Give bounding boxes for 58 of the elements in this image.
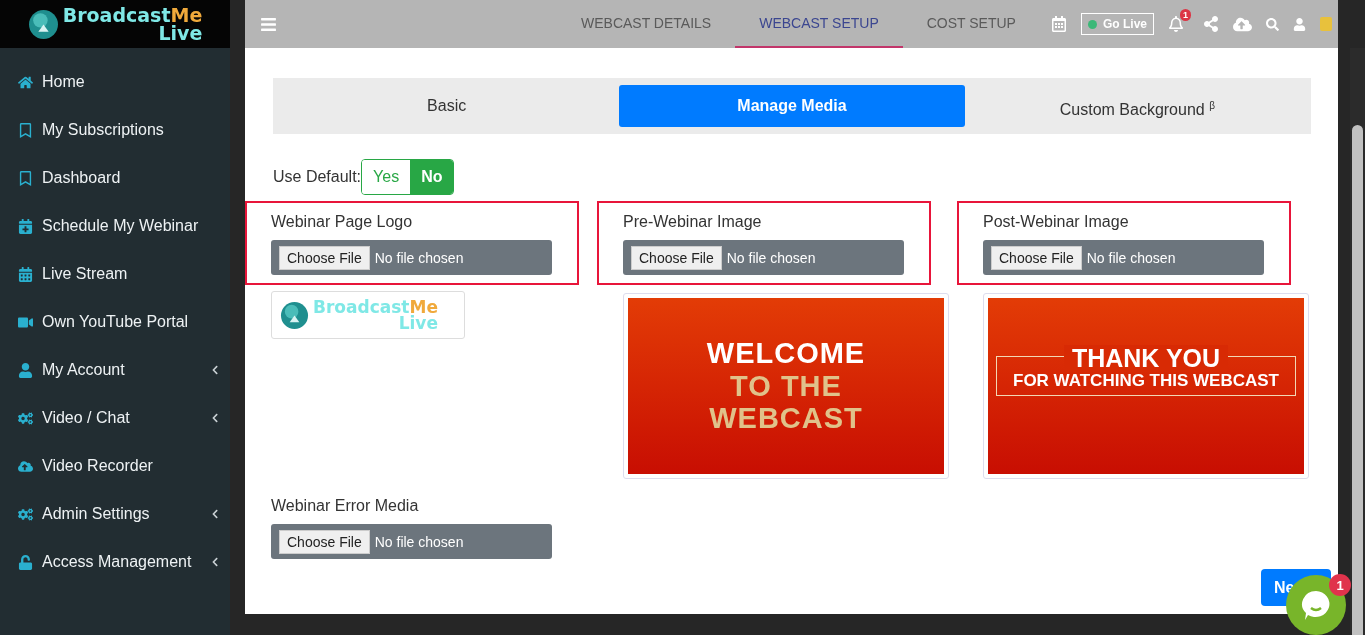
scrollbar[interactable] xyxy=(1350,48,1365,635)
file-status: No file chosen xyxy=(726,249,816,266)
bell-icon[interactable] xyxy=(1168,16,1184,32)
sidebar-item[interactable]: Home xyxy=(0,58,230,106)
globe-icon xyxy=(27,8,59,40)
home-icon xyxy=(18,74,34,90)
file-status: No file chosen xyxy=(374,533,464,550)
bookmark-icon xyxy=(18,170,34,186)
banner-text: WELCOME xyxy=(706,337,866,370)
notification-badge: 1 xyxy=(1180,9,1191,21)
media-tab[interactable]: Manage Media xyxy=(619,85,965,127)
banner-text: WEBCAST xyxy=(709,402,863,435)
sidebar-item[interactable]: Admin Settings xyxy=(0,490,230,538)
file-input[interactable]: Choose File No file chosen xyxy=(271,524,552,559)
field-label: Post-Webinar Image xyxy=(983,213,1130,231)
menu-icon[interactable] xyxy=(260,15,277,33)
file-status: No file chosen xyxy=(1086,249,1176,266)
chat-badge: 1 xyxy=(1329,574,1351,596)
banner-text: TO THE xyxy=(730,369,842,403)
use-default-label: Use Default: xyxy=(273,168,362,186)
bookmark-icon xyxy=(18,122,34,138)
sidebar-item[interactable]: Video / Chat xyxy=(0,394,230,442)
gears-icon xyxy=(18,506,34,522)
choose-file-button[interactable]: Choose File xyxy=(279,529,370,554)
choose-file-button[interactable]: Choose File xyxy=(279,245,370,270)
media-tab[interactable]: Custom Background $^{β}$ xyxy=(964,85,1310,127)
calendar-plus-icon xyxy=(18,218,34,234)
field-label: Webinar Page Logo xyxy=(271,213,414,231)
calendar-icon xyxy=(18,266,34,282)
field-label: Pre-Webinar Image xyxy=(623,213,763,231)
globe-icon xyxy=(280,300,309,330)
share-icon[interactable] xyxy=(1203,16,1219,32)
sidebar-item[interactable]: My Account xyxy=(0,346,230,394)
calendar-icon[interactable] xyxy=(1050,16,1067,32)
file-status: No file chosen xyxy=(374,249,464,266)
file-input[interactable]: Choose File No file chosen xyxy=(623,240,904,275)
gears-icon xyxy=(18,410,34,426)
user-icon xyxy=(18,362,34,378)
sidebar-item[interactable]: Access Management xyxy=(0,538,230,586)
choose-file-button[interactable]: Choose File xyxy=(991,245,1082,270)
sidebar-item[interactable]: Schedule My Webinar xyxy=(0,202,230,250)
sidebar-item[interactable]: Live Stream xyxy=(0,250,230,298)
unlock-icon xyxy=(18,554,34,570)
media-tab[interactable]: Basic xyxy=(274,85,620,127)
sidebar-item[interactable]: Dashboard xyxy=(0,154,230,202)
field-label: Webinar Error Media xyxy=(271,497,420,515)
choose-file-button[interactable]: Choose File xyxy=(631,245,722,270)
search-icon[interactable] xyxy=(1266,17,1279,31)
file-input[interactable]: Choose File No file chosen xyxy=(983,240,1264,275)
user-icon[interactable] xyxy=(1293,17,1306,31)
file-input[interactable]: Choose File No file chosen xyxy=(271,240,552,275)
brand-logo-text: BroadcastMe Live xyxy=(62,5,203,43)
sidebar-item[interactable]: My Subscriptions xyxy=(0,106,230,154)
sidebar-item[interactable]: Video Recorder xyxy=(0,442,230,490)
brand-logo-text: BroadcastMe Live xyxy=(313,298,438,332)
cloud-upload-icon xyxy=(18,458,34,474)
banner-text: FOR WATCHING THIS WEBCAST xyxy=(1012,372,1280,392)
sidebar-item[interactable]: Own YouTube Portal xyxy=(0,298,230,346)
